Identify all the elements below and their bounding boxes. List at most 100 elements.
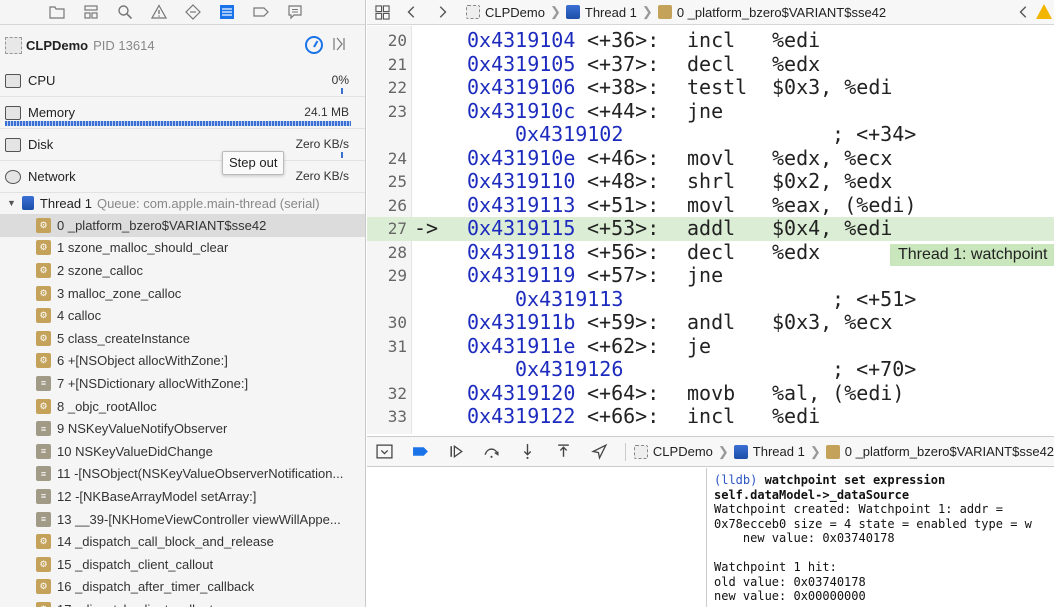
stack-frame-row[interactable]: ⚙ 5 class_createInstance [0, 327, 365, 350]
stack-frame-row[interactable]: ⚙ 14 _dispatch_call_block_and_release [0, 530, 365, 553]
code-line[interactable]: 25 0x4319110 <+48>: shrl $0x2, %edx [367, 169, 1054, 194]
code-line[interactable]: 31 0x431911e <+62>: je [367, 334, 1054, 359]
disk-gauge[interactable]: Disk Zero KB/s [0, 129, 365, 161]
debug-breadcrumb-thread-label: Thread 1 [752, 444, 805, 459]
warning-icon[interactable] [148, 1, 170, 23]
code-line[interactable]: 32 0x4319120 <+64>: movb %al, (%edi) [367, 381, 1054, 406]
step-into-icon[interactable] [518, 442, 538, 462]
thread-icon [21, 196, 34, 210]
program-counter-arrow: -> [414, 216, 439, 240]
code-line[interactable]: 23 0x431910c <+44>: jne [367, 98, 1054, 124]
current-instruction-line[interactable]: 27 -> 0x4319115 <+53>: addl $0x4, %edi [367, 216, 1054, 241]
disclosure-triangle-icon[interactable]: ▼ [7, 198, 16, 208]
line-number: 25 [387, 172, 407, 191]
network-gauge[interactable]: Network Zero KB/s [0, 161, 365, 193]
breadcrumb-thread[interactable]: Thread 1 [565, 5, 637, 20]
step-out-icon[interactable] [554, 442, 574, 462]
stack-frame-row[interactable]: ≡ 10 NSKeyValueDidChange [0, 440, 365, 463]
lldb-console[interactable]: (lldb) watchpoint set expression self.da… [708, 468, 1054, 607]
memory-gauge[interactable]: Memory 24.1 MB [0, 97, 365, 129]
debug-navigator-icon[interactable] [216, 1, 238, 23]
code-line[interactable]: 33 0x4319122 <+66>: incl %edi [367, 404, 1054, 429]
hide-debug-area-icon[interactable] [375, 442, 395, 462]
frame-icon [657, 5, 672, 19]
stack-frame-row[interactable]: ⚙ 17 _dispatch_client_callout [0, 598, 365, 607]
thread-icon [733, 444, 748, 459]
line-number: 23 [387, 101, 407, 121]
branch-target-address: 0x4319102 [515, 122, 624, 146]
search-icon[interactable] [114, 1, 136, 23]
code-line[interactable]: 24 0x431910e <+46>: movl %edx, %ecx [367, 146, 1054, 171]
breakpoints-toggle-icon[interactable] [411, 442, 431, 462]
code-line[interactable]: 30 0x431911b <+59>: andl $0x3, %ecx [367, 310, 1054, 335]
location-icon[interactable] [589, 442, 609, 462]
code-line[interactable]: 0x4319113 ; <+51> [367, 287, 1054, 312]
console-command-line2: self.dataModel->_dataSource [714, 487, 910, 502]
instruction-address: 0x4319119 [467, 263, 576, 287]
forward-arrow-icon[interactable] [432, 2, 452, 22]
stack-frame-row[interactable]: ⚙ 4 calloc [0, 304, 365, 327]
debug-breadcrumb-frame[interactable]: 0 _platform_bzero$VARIANT$sse42 [825, 444, 1054, 459]
gear-icon: ⚙ [36, 534, 51, 550]
variables-view[interactable] [367, 468, 707, 607]
breadcrumb-frame[interactable]: 0 _platform_bzero$VARIANT$sse42 [657, 5, 886, 20]
related-items-icon[interactable] [372, 2, 392, 22]
stack-frame-row[interactable]: ⚙ 2 szone_calloc [0, 259, 365, 282]
instruction-address: 0x431911b [467, 310, 576, 334]
step-over-icon[interactable] [482, 442, 502, 462]
view-options-icon[interactable] [331, 36, 347, 52]
folder-icon[interactable] [46, 1, 68, 23]
stack-frame-row[interactable]: ⚙ 3 malloc_zone_calloc [0, 282, 365, 305]
hierarchy-icon[interactable] [80, 1, 102, 23]
breadcrumb-separator-icon: ❯ [809, 443, 821, 459]
code-line[interactable]: 22 0x4319106 <+38>: testl $0x3, %edi [367, 75, 1054, 100]
stack-frame-row[interactable]: ≡ 12 -[NKBaseArrayModel setArray:] [0, 485, 365, 508]
back-arrow-icon[interactable] [402, 2, 422, 22]
continue-icon[interactable] [446, 442, 466, 462]
warning-icon[interactable] [1036, 4, 1052, 19]
stack-frame-row[interactable]: ≡ 11 -[NSObject(NSKeyValueObserverNotific… [0, 463, 365, 486]
previous-issue-icon[interactable] [1014, 2, 1034, 22]
stack-frame-row[interactable]: ≡ 7 +[NSDictionary allocWithZone:] [0, 372, 365, 395]
stack-frame-row[interactable]: ⚙ 6 +[NSObject allocWithZone:] [0, 350, 365, 373]
instruction-mnemonic: testl [687, 75, 748, 99]
disassembly-editor[interactable]: 20 0x4319104 <+36>: incl %edi 21 0x4319105 <+37… [367, 26, 1054, 434]
gauge-level-mark [341, 88, 343, 94]
report-icon[interactable] [284, 1, 306, 23]
line-number: 30 [387, 313, 407, 332]
stack-frame-row[interactable]: ≡ 13 __39-[NKHomeViewController viewWillA… [0, 508, 365, 531]
code-line[interactable]: 26 0x4319113 <+51>: movl %eax, (%edi) [367, 192, 1054, 218]
instruction-address: 0x4319113 [467, 192, 576, 217]
breadcrumb-project[interactable]: CLPDemo [466, 5, 545, 20]
stack-frame-label: 2 szone_calloc [57, 262, 143, 278]
debug-breadcrumb-project[interactable]: CLPDemo [633, 444, 713, 459]
stack-frame-row[interactable]: ⚙ 16 _dispatch_after_timer_callback [0, 576, 365, 599]
watchpoint-badge: Thread 1: watchpoint [890, 244, 1054, 266]
stack-frame-row[interactable]: ≡ 9 NSKeyValueNotifyObserver [0, 417, 365, 440]
cpu-gauge[interactable]: CPU 0% [0, 65, 365, 97]
stack-frame-row[interactable]: ⚙ 1 szone_malloc_should_clear [0, 237, 365, 260]
process-row[interactable]: CLPDemo PID 13614 [0, 25, 365, 65]
code-line[interactable]: 0x4319102 ; <+34> [367, 122, 1054, 147]
diamond-icon[interactable] [182, 1, 204, 23]
stack-frame-label: 9 NSKeyValueNotifyObserver [57, 421, 228, 437]
code-line[interactable]: 29 0x4319119 <+57>: jne [367, 263, 1054, 288]
code-line[interactable]: 21 0x4319105 <+37>: decl %edx [367, 52, 1054, 77]
gear-icon: ⚙ [36, 330, 51, 346]
stack-frame-row[interactable]: ⚙ 8 _objc_rootAlloc [0, 395, 365, 418]
instruction-address: 0x4319122 [467, 404, 576, 428]
thread-queue: Queue: com.apple.main-thread (serial) [96, 195, 320, 211]
debug-breadcrumb-thread[interactable]: Thread 1 [733, 444, 805, 459]
thread-row[interactable]: ▼ Thread 1 Queue: com.apple.main-thread … [0, 192, 365, 214]
code-line[interactable]: 0x4319126 ; <+70> [367, 357, 1054, 382]
breakpoint-icon[interactable] [250, 1, 272, 23]
memory-bar [5, 121, 351, 126]
lines-icon: ≡ [36, 466, 51, 482]
instruction-operands: %edi [772, 28, 821, 52]
lines-icon: ≡ [36, 488, 51, 504]
code-line[interactable]: 20 0x4319104 <+36>: incl %edi [367, 28, 1054, 53]
stack-frame-row[interactable]: ⚙ 0 _platform_bzero$VARIANT$sse42 [0, 214, 365, 237]
instruction-offset: <+44>: [587, 98, 660, 123]
stack-frame-row[interactable]: ⚙ 15 _dispatch_client_callout [0, 553, 365, 576]
gauge-icon[interactable] [305, 36, 323, 54]
